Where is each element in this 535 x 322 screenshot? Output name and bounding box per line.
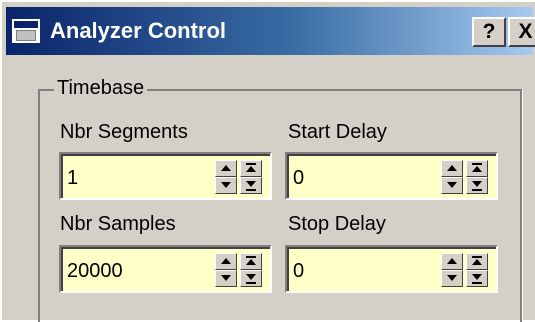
step-up-icon[interactable] [441, 160, 463, 177]
step-up-icon[interactable] [215, 160, 237, 177]
step-down-icon[interactable] [215, 270, 237, 287]
start-delay-field[interactable]: 0 [285, 152, 498, 200]
start-delay-value[interactable]: 0 [293, 166, 304, 190]
nbr-samples-label: Nbr Samples [60, 213, 176, 235]
stop-delay-fast-spinner[interactable] [466, 253, 488, 287]
stop-delay-field[interactable]: 0 [285, 245, 498, 293]
nbr-segments-field[interactable]: 1 [59, 152, 272, 200]
nbr-samples-step-spinner[interactable] [215, 253, 237, 287]
window-icon[interactable] [12, 19, 40, 43]
title-bar[interactable]: Analyzer Control ? X [6, 7, 535, 55]
stop-delay-label: Stop Delay [288, 213, 386, 235]
nbr-samples-value[interactable]: 20000 [67, 259, 123, 283]
step-up-icon[interactable] [441, 253, 463, 270]
start-delay-fast-spinner[interactable] [466, 160, 488, 194]
fast-down-icon[interactable] [240, 177, 262, 194]
analyzer-control-window: Analyzer Control ? X Timebase Nbr Segmen… [0, 0, 535, 322]
fast-up-icon[interactable] [466, 160, 488, 177]
step-down-icon[interactable] [441, 177, 463, 194]
step-down-icon[interactable] [215, 177, 237, 194]
fast-down-icon[interactable] [466, 177, 488, 194]
fast-up-icon[interactable] [240, 160, 262, 177]
nbr-segments-label: Nbr Segments [60, 121, 188, 143]
stop-delay-step-spinner[interactable] [441, 253, 463, 287]
fast-down-icon[interactable] [466, 270, 488, 287]
nbr-samples-field[interactable]: 20000 [59, 245, 272, 293]
step-down-icon[interactable] [441, 270, 463, 287]
fast-up-icon[interactable] [466, 253, 488, 270]
help-button[interactable]: ? [472, 17, 506, 47]
nbr-segments-fast-spinner[interactable] [240, 160, 262, 194]
fast-up-icon[interactable] [240, 253, 262, 270]
nbr-segments-value[interactable]: 1 [67, 166, 78, 190]
fast-down-icon[interactable] [240, 270, 262, 287]
start-delay-step-spinner[interactable] [441, 160, 463, 194]
stop-delay-value[interactable]: 0 [293, 259, 304, 283]
nbr-samples-fast-spinner[interactable] [240, 253, 262, 287]
window-title: Analyzer Control [50, 18, 227, 43]
nbr-segments-step-spinner[interactable] [215, 160, 237, 194]
start-delay-label: Start Delay [288, 121, 387, 143]
step-up-icon[interactable] [215, 253, 237, 270]
timebase-legend: Timebase [54, 76, 148, 100]
close-button[interactable]: X [508, 17, 535, 47]
